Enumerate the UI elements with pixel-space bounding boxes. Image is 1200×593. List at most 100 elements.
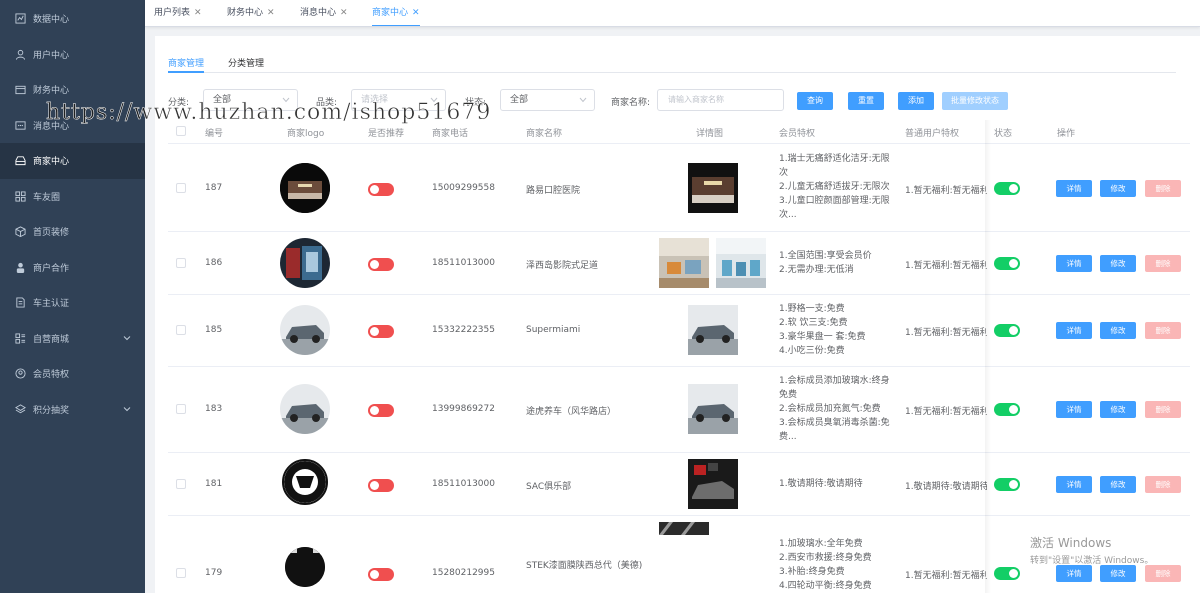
merchant-name: 途虎养车（风华路店） [526, 407, 617, 417]
normal-privileges: 1.暂无福利:暂无福利 [905, 328, 987, 338]
tab-category-management[interactable]: 分类管理 [228, 56, 264, 69]
recommend-switch[interactable] [368, 479, 394, 492]
query-button[interactable]: 查询 [797, 92, 833, 110]
merchant-name: 泽西岛影院式足道 [526, 261, 599, 271]
status-switch[interactable] [994, 403, 1020, 416]
edit-button[interactable]: 修改 [1100, 401, 1136, 418]
delete-button[interactable]: 删除 [1145, 401, 1181, 418]
detail-image [688, 305, 738, 355]
detail-image [688, 384, 738, 434]
reset-button[interactable]: 重置 [848, 92, 884, 110]
sidebar-item-member-privilege[interactable]: 会员特权 [0, 356, 145, 392]
tab-label: 商家中心 [372, 8, 409, 18]
sidebar-item-home-decoration[interactable]: 首页装修 [0, 214, 145, 250]
status-switch[interactable] [994, 324, 1020, 337]
sidebar-item-merchant-cooperation[interactable]: 商户合作 [0, 250, 145, 286]
tab-message-center[interactable]: 消息中心 ✕ [300, 0, 348, 26]
tab-label: 用户列表 [154, 8, 191, 18]
add-button[interactable]: 添加 [898, 92, 934, 110]
row-checkbox[interactable] [176, 258, 186, 268]
delete-button[interactable]: 删除 [1145, 476, 1181, 493]
message-icon [15, 120, 26, 131]
privilege-line: 4.小吃三份:免费 [779, 346, 845, 356]
sidebar-item-label: 数据中心 [33, 15, 70, 26]
normal-privileges: 1.暂无福利:暂无福利 [905, 407, 987, 417]
sidebar-item-car-circle[interactable]: 车友圈 [0, 179, 145, 215]
delete-button[interactable]: 删除 [1145, 255, 1181, 272]
sidebar-item-label: 车主认证 [33, 299, 70, 310]
column-header: 状态 [994, 129, 1013, 139]
recommend-switch[interactable] [368, 404, 394, 417]
edit-button[interactable]: 修改 [1100, 476, 1136, 493]
merchant-id: 179 [205, 568, 223, 578]
status-value: 全部 [510, 95, 529, 105]
sidebar-item-merchant-center[interactable]: 商家中心 [0, 143, 145, 179]
merchant-id: 181 [205, 479, 223, 489]
sidebar-item-points-lottery[interactable]: 积分抽奖 [0, 392, 145, 428]
detail-button[interactable]: 详情 [1056, 565, 1092, 582]
detail-button[interactable]: 详情 [1056, 255, 1092, 272]
status-switch[interactable] [994, 182, 1020, 195]
sidebar-item-label: 商户合作 [33, 263, 70, 274]
merchant-name-input[interactable]: 请输入商家名称 [657, 89, 784, 111]
chevron-down-icon [123, 406, 131, 411]
row-checkbox[interactable] [176, 568, 186, 578]
status-switch[interactable] [994, 567, 1020, 580]
edit-button[interactable]: 修改 [1100, 322, 1136, 339]
fixed-column-shadow [985, 120, 991, 593]
merchant-name: SAC俱乐部 [526, 482, 572, 492]
detail-image [688, 459, 738, 509]
status-select[interactable]: 全部 [500, 89, 595, 111]
delete-button[interactable]: 删除 [1145, 565, 1181, 582]
sidebar-item-self-mall[interactable]: 自营商城 [0, 321, 145, 357]
privilege-line: 1.野格一支:免费 [779, 304, 845, 314]
detail-button[interactable]: 详情 [1056, 322, 1092, 339]
detail-button[interactable]: 详情 [1056, 180, 1092, 197]
edit-button[interactable]: 修改 [1100, 565, 1136, 582]
detail-button[interactable]: 详情 [1056, 476, 1092, 493]
close-icon[interactable]: ✕ [194, 8, 202, 18]
privilege-line: 2.儿童无痛舒适拔牙:无限次 [779, 182, 890, 192]
privilege-line: 1.加玻璃水:全年免费 [779, 539, 863, 549]
row-checkbox[interactable] [176, 325, 186, 335]
detail-image [659, 238, 709, 288]
select-all-checkbox[interactable] [176, 126, 186, 136]
close-icon[interactable]: ✕ [412, 8, 420, 18]
recommend-switch[interactable] [368, 258, 394, 271]
row-checkbox[interactable] [176, 479, 186, 489]
delete-button[interactable]: 删除 [1145, 180, 1181, 197]
sidebar-item-label: 用户中心 [33, 50, 70, 61]
delete-button[interactable]: 删除 [1145, 322, 1181, 339]
sidebar-item-data-center[interactable]: 数据中心 [0, 1, 145, 37]
tab-merchant-center[interactable]: 商家中心 ✕ [372, 0, 420, 26]
edit-button[interactable]: 修改 [1100, 255, 1136, 272]
recommend-switch[interactable] [368, 183, 394, 196]
edit-button[interactable]: 修改 [1100, 180, 1136, 197]
merchant-logo [280, 163, 330, 213]
status-switch[interactable] [994, 257, 1020, 270]
merchant-phone: 13999869272 [432, 404, 495, 414]
row-checkbox[interactable] [176, 404, 186, 414]
tab-user-list[interactable]: 用户列表 ✕ [154, 0, 202, 26]
apps-icon [15, 333, 26, 344]
merchant-logo [280, 305, 330, 355]
tab-merchant-management[interactable]: 商家管理 [168, 56, 204, 69]
close-icon[interactable]: ✕ [267, 8, 275, 18]
member-privileges: 1.瑞士无痛舒适化洁牙:无限次 2.儿童无痛舒适拔牙:无限次 3.儿童口腔颜面部… [779, 152, 893, 222]
vip-icon [15, 368, 26, 379]
batch-status-button[interactable]: 批量修改状态 [942, 92, 1008, 110]
tab-finance-center[interactable]: 财务中心 ✕ [227, 0, 275, 26]
tags-view: 用户列表 ✕ 财务中心 ✕ 消息中心 ✕ 商家中心 ✕ [145, 0, 1200, 27]
close-icon[interactable]: ✕ [340, 8, 348, 18]
recommend-switch[interactable] [368, 568, 394, 581]
row-checkbox[interactable] [176, 183, 186, 193]
status-switch[interactable] [994, 478, 1020, 491]
sidebar-item-owner-verification[interactable]: 车主认证 [0, 285, 145, 321]
member-privileges: 1.敬请期待:敬请期待 [779, 477, 893, 491]
sidebar-item-user-center[interactable]: 用户中心 [0, 37, 145, 73]
member-privileges: 1.加玻璃水:全年免费 2.西安市救援:终身免费 3.补胎:终身免费 4.四轮动… [779, 537, 893, 593]
privilege-line: 2.软 饮三支:免费 [779, 318, 848, 328]
merchant-id: 186 [205, 258, 223, 268]
recommend-switch[interactable] [368, 325, 394, 338]
detail-button[interactable]: 详情 [1056, 401, 1092, 418]
